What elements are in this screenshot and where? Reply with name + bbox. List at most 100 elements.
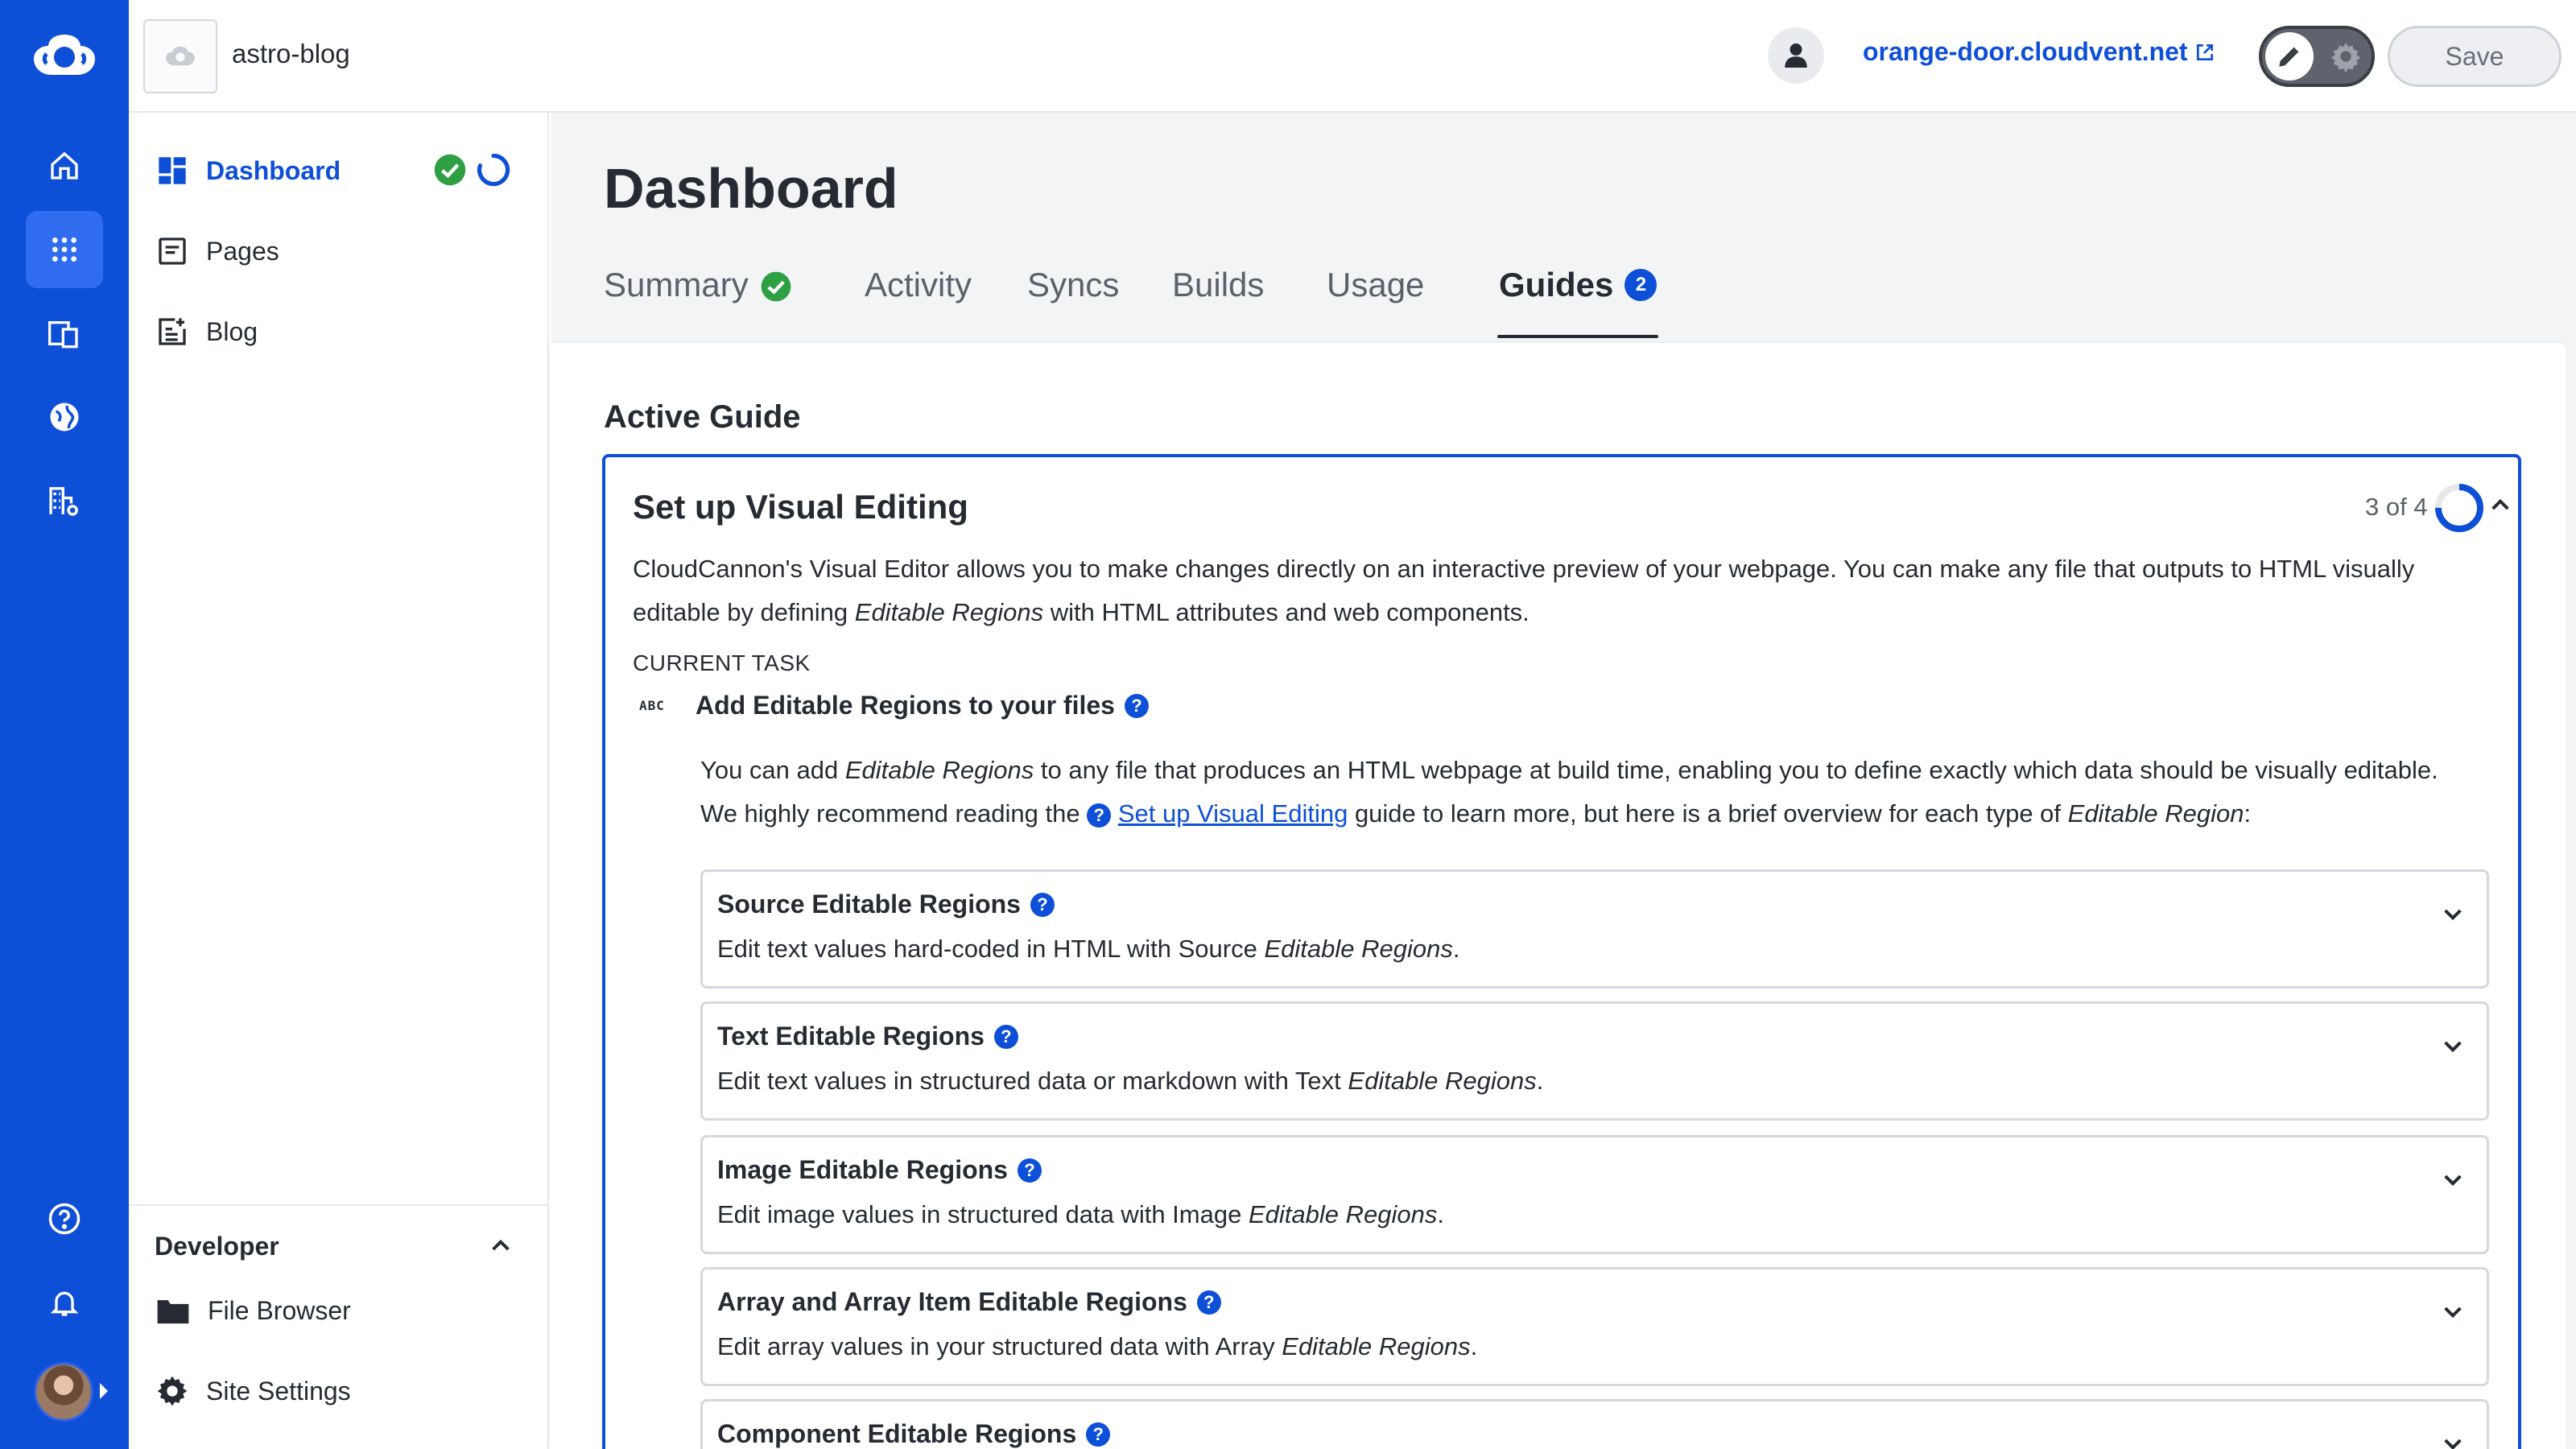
region-description-text: Edit array values in your structured dat… <box>717 1332 1282 1360</box>
chevron-down-icon[interactable] <box>2440 1033 2466 1059</box>
chevron-down-icon[interactable] <box>2440 901 2466 927</box>
tab-activity[interactable]: Activity <box>865 258 972 338</box>
pencil-icon <box>2265 32 2314 80</box>
tab-label: Summary <box>604 266 749 303</box>
cloudcannon-logo[interactable] <box>29 26 100 85</box>
user-icon[interactable] <box>1768 27 1824 84</box>
tab-label: Syncs <box>1027 266 1120 303</box>
chevron-up-icon[interactable] <box>2487 493 2513 518</box>
site-url-link[interactable]: orange-door.cloudvent.net <box>1863 37 2215 67</box>
region-component[interactable]: Component Editable Regions? <box>700 1399 2489 1449</box>
developer-title[interactable]: Developer <box>155 1232 279 1261</box>
region-array[interactable]: Array and Array Item Editable Regions? E… <box>700 1267 2489 1386</box>
guide-title[interactable]: Set up Visual Editing <box>633 488 968 526</box>
sidebar-item-file-browser[interactable]: File Browser <box>156 1286 351 1335</box>
region-description-text: Edit text values in structured data or m… <box>717 1067 1348 1095</box>
chevron-down-icon[interactable] <box>2440 1166 2466 1192</box>
tab-usage[interactable]: Usage <box>1327 258 1424 338</box>
region-description: Edit text values in structured data or m… <box>717 1067 1543 1096</box>
region-title-text: Text Editable Regions <box>717 1022 985 1051</box>
edit-mode-toggle[interactable] <box>2259 26 2375 87</box>
sidebar-item-label: File Browser <box>208 1295 351 1325</box>
help-icon[interactable] <box>26 1180 103 1257</box>
tab-syncs[interactable]: Syncs <box>1027 258 1119 338</box>
region-description-em: Editable Regions <box>1282 1332 1471 1360</box>
region-title-text: Component Editable Regions <box>717 1419 1077 1448</box>
chevron-down-icon[interactable] <box>2440 1430 2466 1449</box>
page-title: Dashboard <box>604 157 898 220</box>
guide-progress-text: 3 of 4 <box>2365 493 2428 521</box>
tab-label: Builds <box>1172 266 1265 303</box>
task-description-em: Editable Regions <box>844 756 1034 784</box>
region-description-em: Editable Regions <box>1264 935 1453 963</box>
home-icon[interactable] <box>26 127 103 204</box>
region-description: Edit array values in your structured dat… <box>717 1332 1477 1361</box>
tab-guides[interactable]: Guides 2 <box>1497 258 1659 338</box>
region-title-text: Array and Array Item Editable Regions <box>717 1287 1187 1316</box>
bell-icon[interactable] <box>26 1264 103 1341</box>
loading-spinner-icon <box>477 153 510 187</box>
guide-card: Set up Visual Editing 3 of 4 CloudCannon… <box>602 454 2521 1449</box>
sidebar-item-dashboard[interactable]: Dashboard <box>156 147 341 195</box>
region-text[interactable]: Text Editable Regions? Edit text values … <box>700 1001 2489 1121</box>
region-description-em: Editable Regions <box>1248 1200 1438 1228</box>
current-task-header: ABC Add Editable Regions to your files ? <box>639 691 1149 720</box>
region-description: Edit text values hard-coded in HTML with… <box>717 935 1459 964</box>
pages-icon <box>159 237 186 265</box>
help-icon[interactable]: ? <box>1030 892 1055 917</box>
task-title: Add Editable Regions to your files ? <box>696 691 1149 720</box>
guide-description: CloudCannon's Visual Editor allows you t… <box>633 547 2484 634</box>
task-description-text: : <box>2244 799 2252 828</box>
help-icon[interactable]: ? <box>1124 693 1149 718</box>
guides-count-badge: 2 <box>1624 269 1657 301</box>
help-icon[interactable]: ? <box>1017 1158 1042 1183</box>
devices-icon[interactable] <box>26 295 103 372</box>
top-bar: astro-blog orange-door.cloudvent.net Sav… <box>129 0 2576 113</box>
task-description-text: You can add <box>700 756 845 784</box>
grid-icon[interactable] <box>26 211 103 288</box>
check-circle-icon <box>434 154 466 186</box>
avatar[interactable] <box>34 1362 93 1422</box>
site-url-text[interactable]: orange-door.cloudvent.net <box>1863 37 2188 67</box>
chevron-up-icon[interactable] <box>488 1233 514 1259</box>
region-title-text: Image Editable Regions <box>717 1155 1008 1184</box>
task-title-text: Add Editable Regions to your files <box>696 691 1115 720</box>
external-link-icon <box>2196 43 2213 60</box>
task-description-text: guide to learn more, but here is a brief… <box>1348 799 2068 828</box>
region-description: Edit image values in structured data wit… <box>717 1200 1444 1229</box>
active-guide-heading: Active Guide <box>604 399 801 435</box>
sidebar-item-label: Blog <box>206 316 258 346</box>
region-description-text: . <box>1437 1200 1444 1228</box>
guide-description-em: Editable Regions <box>854 598 1044 626</box>
site-thumbnail[interactable] <box>143 19 217 93</box>
icon-rail <box>0 0 129 1449</box>
blog-icon <box>159 318 186 345</box>
region-description-text: Edit image values in structured data wit… <box>717 1200 1249 1228</box>
help-icon[interactable]: ? <box>1087 803 1112 828</box>
region-description-text: . <box>1470 1332 1478 1360</box>
region-title: Array and Array Item Editable Regions? <box>717 1287 1221 1317</box>
sidebar-item-label: Site Settings <box>206 1376 351 1406</box>
guide-description-text: with HTML attributes and web components. <box>1043 598 1530 626</box>
sidebar-item-pages[interactable]: Pages <box>156 227 279 275</box>
main-content: Dashboard Summary Activity Syncs Builds … <box>551 113 2576 1449</box>
avatar-caret-icon[interactable] <box>100 1383 108 1399</box>
region-image[interactable]: Image Editable Regions? Edit image value… <box>700 1135 2489 1254</box>
site-name[interactable]: astro-blog <box>232 39 350 69</box>
text-type-icon: ABC <box>639 698 665 713</box>
sidebar-item-site-settings[interactable]: Site Settings <box>156 1367 351 1415</box>
help-icon[interactable]: ? <box>1196 1290 1221 1315</box>
chevron-down-icon[interactable] <box>2440 1298 2466 1324</box>
help-icon[interactable]: ? <box>993 1024 1018 1049</box>
help-icon[interactable]: ? <box>1086 1422 1111 1447</box>
region-source[interactable]: Source Editable Regions? Edit text value… <box>700 869 2489 989</box>
tab-summary[interactable]: Summary <box>604 258 792 338</box>
save-button[interactable]: Save <box>2388 26 2562 87</box>
buildings-settings-icon[interactable] <box>26 462 103 539</box>
sidebar-item-blog[interactable]: Blog <box>156 308 258 356</box>
globe-icon[interactable] <box>26 378 103 456</box>
tab-builds[interactable]: Builds <box>1172 258 1264 338</box>
visual-editing-guide-link[interactable]: Set up Visual Editing <box>1118 799 1348 828</box>
sidebar-item-label: Dashboard <box>206 155 341 185</box>
dashboard-icon <box>159 157 186 184</box>
